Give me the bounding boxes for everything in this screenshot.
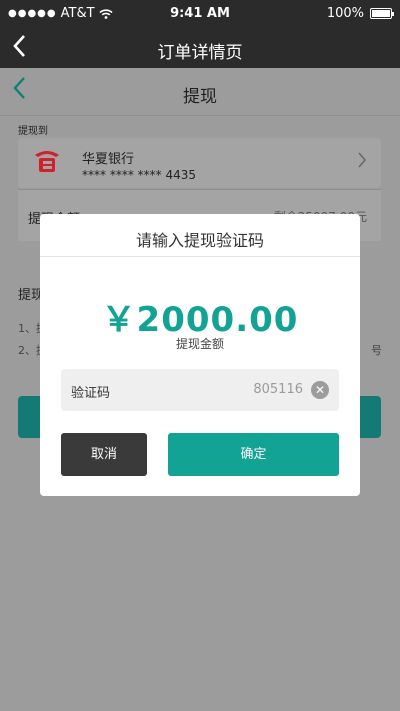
verification-modal: 请输入提现验证码 ￥2000.00 提现金额 验证码 805116 ✕ 取消 确… [40,214,360,496]
note-tail: 号 [371,344,382,357]
page-title: 提现 [183,87,217,107]
bank-card-number: **** **** **** 4435 [82,168,196,182]
modal-title: 请输入提现验证码 [135,231,264,250]
modal-amount-caption: 提现金额 [175,337,224,351]
cancel-button[interactable]: 取消 [61,433,147,476]
bank-card-selector[interactable]: 华夏银行 **** **** **** 4435 [18,138,381,188]
clear-icon[interactable]: ✕ [311,381,329,399]
page-header: 提现 [0,68,400,116]
bank-name: 华夏银行 [82,152,135,167]
app-nav-title: 订单详情页 [157,43,243,63]
code-label: 验证码 [71,386,111,401]
app-nav-bar: 订单详情页 [0,28,400,68]
status-right: 100% [326,6,394,21]
chevron-right-icon [357,150,367,174]
modal-divider [40,256,360,257]
battery-percent: 100% [326,6,364,21]
code-value[interactable]: 805116 [253,382,303,397]
bank-logo-icon [35,151,59,172]
battery-icon [370,8,394,19]
withdraw-to-label: 提现到 [18,126,48,137]
confirm-button[interactable]: 确定 [168,433,339,476]
status-bar: ●●●●● AT&T 9:41 AM 100% [0,0,400,28]
verification-code-field[interactable]: 验证码 805116 ✕ [61,369,339,411]
modal-amount: ￥2000.00 [101,300,299,340]
